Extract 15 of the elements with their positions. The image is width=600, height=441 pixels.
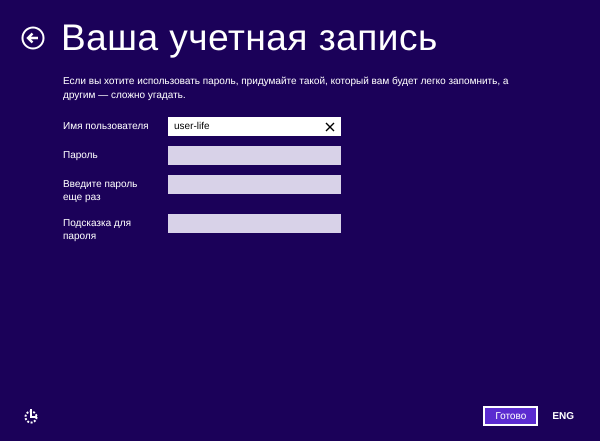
back-icon[interactable]: [21, 26, 45, 50]
clear-icon[interactable]: [325, 122, 335, 132]
field-label: Подсказка для пароля: [63, 217, 132, 243]
description-text: Если вы хотите использовать пароль, придумайте такой, который вам будет легко запомнить, а другим — сложно угадать.: [63, 75, 510, 103]
input-field[interactable]: [168, 175, 341, 194]
field-label: Введите пароль еще раз: [63, 178, 138, 204]
accessibility-icon[interactable]: [23, 408, 39, 424]
field-label: Имя пользователя: [63, 120, 150, 133]
input-field[interactable]: user-life: [168, 117, 341, 136]
page-title: Ваша учетная запись: [61, 16, 438, 60]
field-label: Пароль: [63, 149, 99, 162]
language-indicator[interactable]: ENG: [552, 410, 574, 422]
input-field[interactable]: [168, 146, 341, 165]
input-field[interactable]: [168, 214, 341, 233]
done-button[interactable]: Готово: [483, 406, 538, 426]
